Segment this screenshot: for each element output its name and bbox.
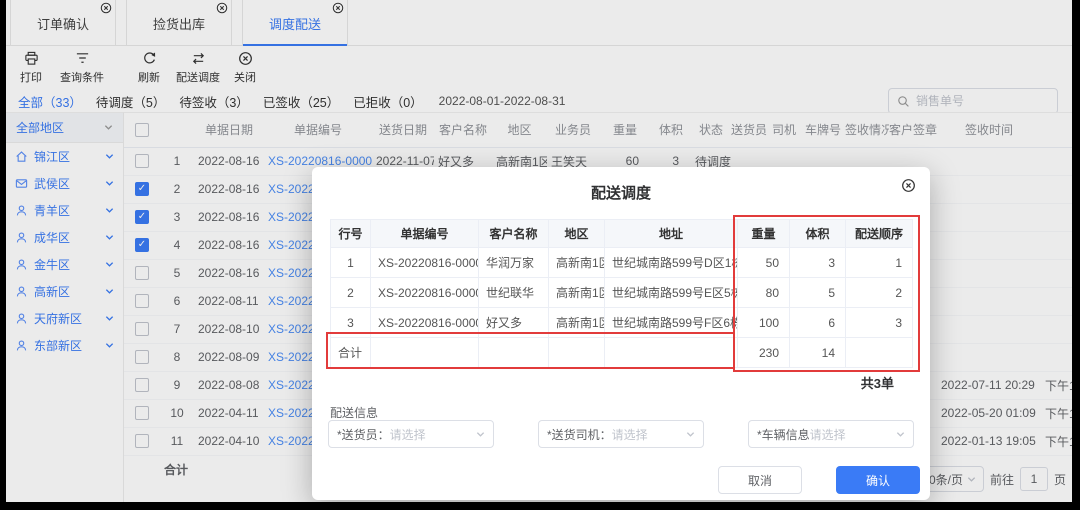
dispatch-total-row: 合计 23014 xyxy=(331,338,913,368)
dispatch-cell: 2 xyxy=(331,278,371,308)
dispatch-total-cell xyxy=(605,338,738,368)
chevron-down-icon xyxy=(476,430,485,439)
dispatch-modal: 配送调度 行号单据编号客户名称地区地址重量体积配送顺序1XS-20220816-… xyxy=(312,167,930,500)
dispatch-row[interactable]: 3XS-20220816-000015好又多高新南1区世纪城南路599号F区6栋… xyxy=(331,308,913,338)
driver-select-placeholder: 请选择 xyxy=(612,426,648,443)
modal-close-icon[interactable] xyxy=(901,178,916,193)
driver-select-label: *送货司机： xyxy=(547,426,612,443)
dispatch-cell: 100 xyxy=(738,308,790,338)
vehicle-select-label: *车辆信息 xyxy=(757,426,810,443)
dispatch-cell: XS-20220816-000015 xyxy=(371,308,479,338)
chevron-down-icon xyxy=(686,430,695,439)
dispatch-cell: 世纪城南路599号E区5栋 xyxy=(605,278,738,308)
dispatch-col-header: 地区 xyxy=(549,220,605,248)
dispatch-cell: 3 xyxy=(331,308,371,338)
dispatch-cell: 1 xyxy=(846,248,913,278)
dispatch-col-header: 地址 xyxy=(605,220,738,248)
dispatch-total-cell xyxy=(371,338,479,368)
dispatch-cell: XS-20220816-000017 xyxy=(371,248,479,278)
dispatch-col-header: 重量 xyxy=(738,220,790,248)
vehicle-select-placeholder: 请选择 xyxy=(810,426,846,443)
dispatch-cell: 50 xyxy=(738,248,790,278)
app-window: 订单确认捡货出库调度配送 打印 查询条件 刷新 配送调度 关闭 全部（33）待调… xyxy=(6,0,1072,502)
dispatch-cell: 3 xyxy=(790,248,846,278)
dispatch-cell: 好又多 xyxy=(479,308,549,338)
dispatch-total-cell xyxy=(479,338,549,368)
dispatch-total-cell xyxy=(549,338,605,368)
modal-title: 配送调度 xyxy=(312,182,930,203)
dispatch-cell: 高新南1区 xyxy=(549,248,605,278)
deliverer-select[interactable]: *送货员： 请选择 xyxy=(328,420,494,448)
dispatch-cell: 1 xyxy=(331,248,371,278)
dispatch-col-header: 单据编号 xyxy=(371,220,479,248)
cancel-button[interactable]: 取消 xyxy=(718,466,802,494)
dispatch-cell: 世纪城南路599号D区1栋 xyxy=(605,248,738,278)
deliverer-select-placeholder: 请选择 xyxy=(390,426,426,443)
dispatch-cell: 高新南1区 xyxy=(549,278,605,308)
dispatch-cell: 世纪联华 xyxy=(479,278,549,308)
dispatch-total-cell: 230 xyxy=(738,338,790,368)
vehicle-select[interactable]: *车辆信息 请选择 xyxy=(748,420,914,448)
dispatch-cell: XS-20220816-000016 xyxy=(371,278,479,308)
dispatch-cell: 世纪城南路599号F区6栋 xyxy=(605,308,738,338)
dispatch-cell: 高新南1区 xyxy=(549,308,605,338)
dispatch-col-header: 配送顺序 xyxy=(846,220,913,248)
dispatch-cell: 3 xyxy=(846,308,913,338)
order-count: 共3单 xyxy=(861,373,894,392)
dispatch-cell: 2 xyxy=(846,278,913,308)
dispatch-col-header: 体积 xyxy=(790,220,846,248)
dispatch-row[interactable]: 1XS-20220816-000017华润万家高新南1区世纪城南路599号D区1… xyxy=(331,248,913,278)
dispatch-row[interactable]: 2XS-20220816-000016世纪联华高新南1区世纪城南路599号E区5… xyxy=(331,278,913,308)
dispatch-cell: 5 xyxy=(790,278,846,308)
dispatch-total-cell xyxy=(846,338,913,368)
confirm-button[interactable]: 确认 xyxy=(836,466,920,494)
dispatch-col-header: 客户名称 xyxy=(479,220,549,248)
driver-select[interactable]: *送货司机： 请选择 xyxy=(538,420,704,448)
dispatch-total-cell: 14 xyxy=(790,338,846,368)
dispatch-cell: 80 xyxy=(738,278,790,308)
delivery-info-label: 配送信息 xyxy=(330,404,378,421)
dispatch-col-header: 行号 xyxy=(331,220,371,248)
dispatch-total-cell: 合计 xyxy=(331,338,371,368)
deliverer-select-label: *送货员： xyxy=(337,426,390,443)
dispatch-order-table: 行号单据编号客户名称地区地址重量体积配送顺序1XS-20220816-00001… xyxy=(330,219,913,368)
dispatch-cell: 华润万家 xyxy=(479,248,549,278)
dispatch-cell: 6 xyxy=(790,308,846,338)
chevron-down-icon xyxy=(896,430,905,439)
